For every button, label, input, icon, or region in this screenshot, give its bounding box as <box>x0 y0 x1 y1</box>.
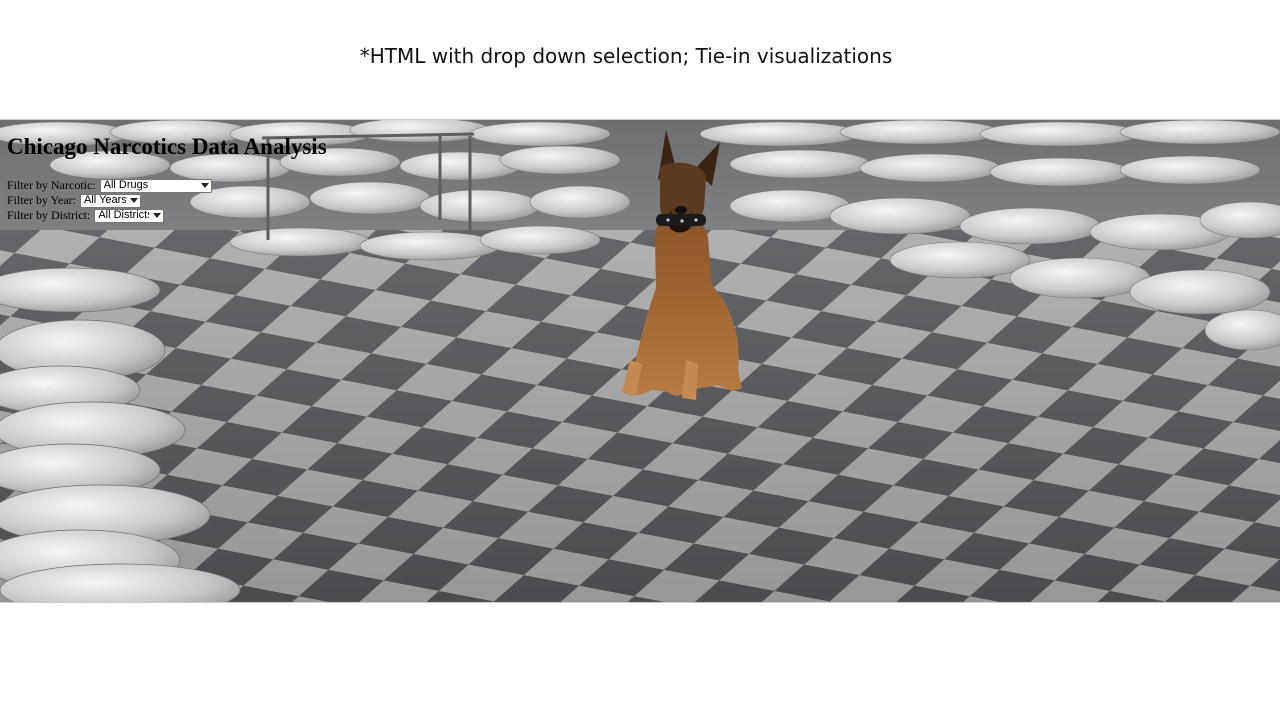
district-select[interactable]: All Districts <box>94 208 165 223</box>
district-filter-label: Filter by District: <box>7 208 91 223</box>
screenshot-frame: Chicago Narcotics Data Analysis Filter b… <box>0 119 1280 603</box>
year-select-value: All Years <box>84 194 126 207</box>
chevron-down-icon <box>153 213 162 219</box>
narcotic-filter-label: Filter by Narcotic: <box>7 178 96 193</box>
filter-row-narcotic: Filter by Narcotic: All Drugs <box>7 178 327 193</box>
narcotic-select-value: All Drugs <box>103 179 149 192</box>
filter-row-year: Filter by Year: All Years <box>7 193 327 208</box>
chevron-down-icon <box>130 198 138 204</box>
year-select[interactable]: All Years <box>80 193 141 208</box>
filter-row-district: Filter by District: All Districts <box>7 208 327 223</box>
narcotic-select[interactable]: All Drugs <box>99 178 212 193</box>
chevron-down-icon <box>200 183 209 189</box>
slide-caption: *HTML with drop down selection; Tie-in v… <box>359 44 893 68</box>
page-title: Chicago Narcotics Data Analysis <box>7 134 327 159</box>
narcotics-dashboard: Chicago Narcotics Data Analysis Filter b… <box>7 134 327 223</box>
year-filter-label: Filter by Year: <box>7 193 76 208</box>
district-select-value: All Districts <box>98 209 150 222</box>
